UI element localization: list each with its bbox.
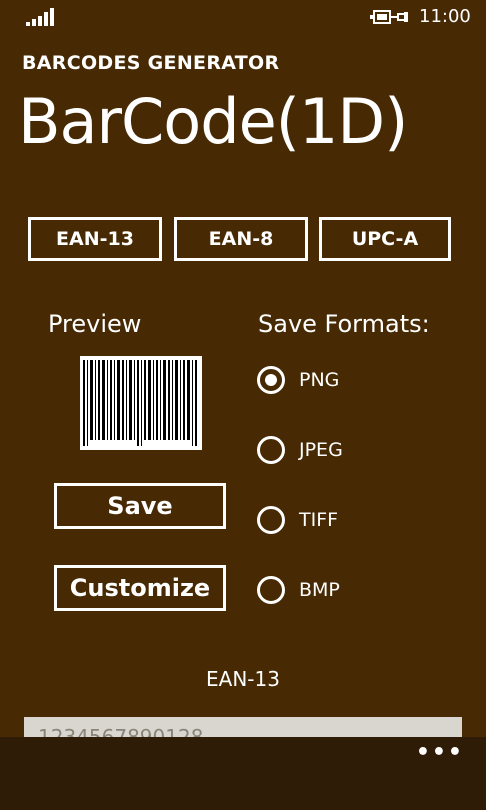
- app-bar: •••: [0, 737, 486, 810]
- ean8-button[interactable]: EAN-8: [174, 217, 308, 261]
- ean13-button[interactable]: EAN-13: [28, 217, 162, 261]
- more-options-button[interactable]: •••: [416, 742, 464, 764]
- app-title: BARCODES GENERATOR: [22, 52, 280, 74]
- upca-button[interactable]: UPC-A: [319, 217, 451, 261]
- radio-label: BMP: [299, 579, 340, 601]
- save-formats-label: Save Formats:: [258, 310, 430, 338]
- radio-unchecked-icon: [257, 436, 285, 464]
- status-time: 11:00: [419, 6, 471, 27]
- radio-label: JPEG: [299, 439, 343, 461]
- radio-checked-icon: [257, 366, 285, 394]
- battery-charging-icon: [370, 10, 408, 24]
- format-radio-tiff[interactable]: TIFF: [257, 503, 338, 537]
- radio-unchecked-icon: [257, 506, 285, 534]
- signal-strength-icon: [26, 8, 54, 26]
- customize-button[interactable]: Customize: [54, 565, 226, 611]
- barcode-preview-image: [80, 356, 202, 450]
- radio-label: PNG: [299, 369, 340, 391]
- status-bar: 11:00: [0, 0, 486, 36]
- format-radio-png[interactable]: PNG: [257, 363, 339, 397]
- save-button[interactable]: Save: [54, 483, 226, 529]
- preview-label: Preview: [48, 310, 142, 338]
- radio-unchecked-icon: [257, 576, 285, 604]
- format-radio-jpeg[interactable]: JPEG: [257, 433, 343, 467]
- code-type-label: EAN-13: [206, 667, 280, 691]
- page-title: BarCode(1D): [18, 85, 408, 158]
- format-radio-bmp[interactable]: BMP: [257, 573, 340, 607]
- radio-label: TIFF: [299, 509, 339, 531]
